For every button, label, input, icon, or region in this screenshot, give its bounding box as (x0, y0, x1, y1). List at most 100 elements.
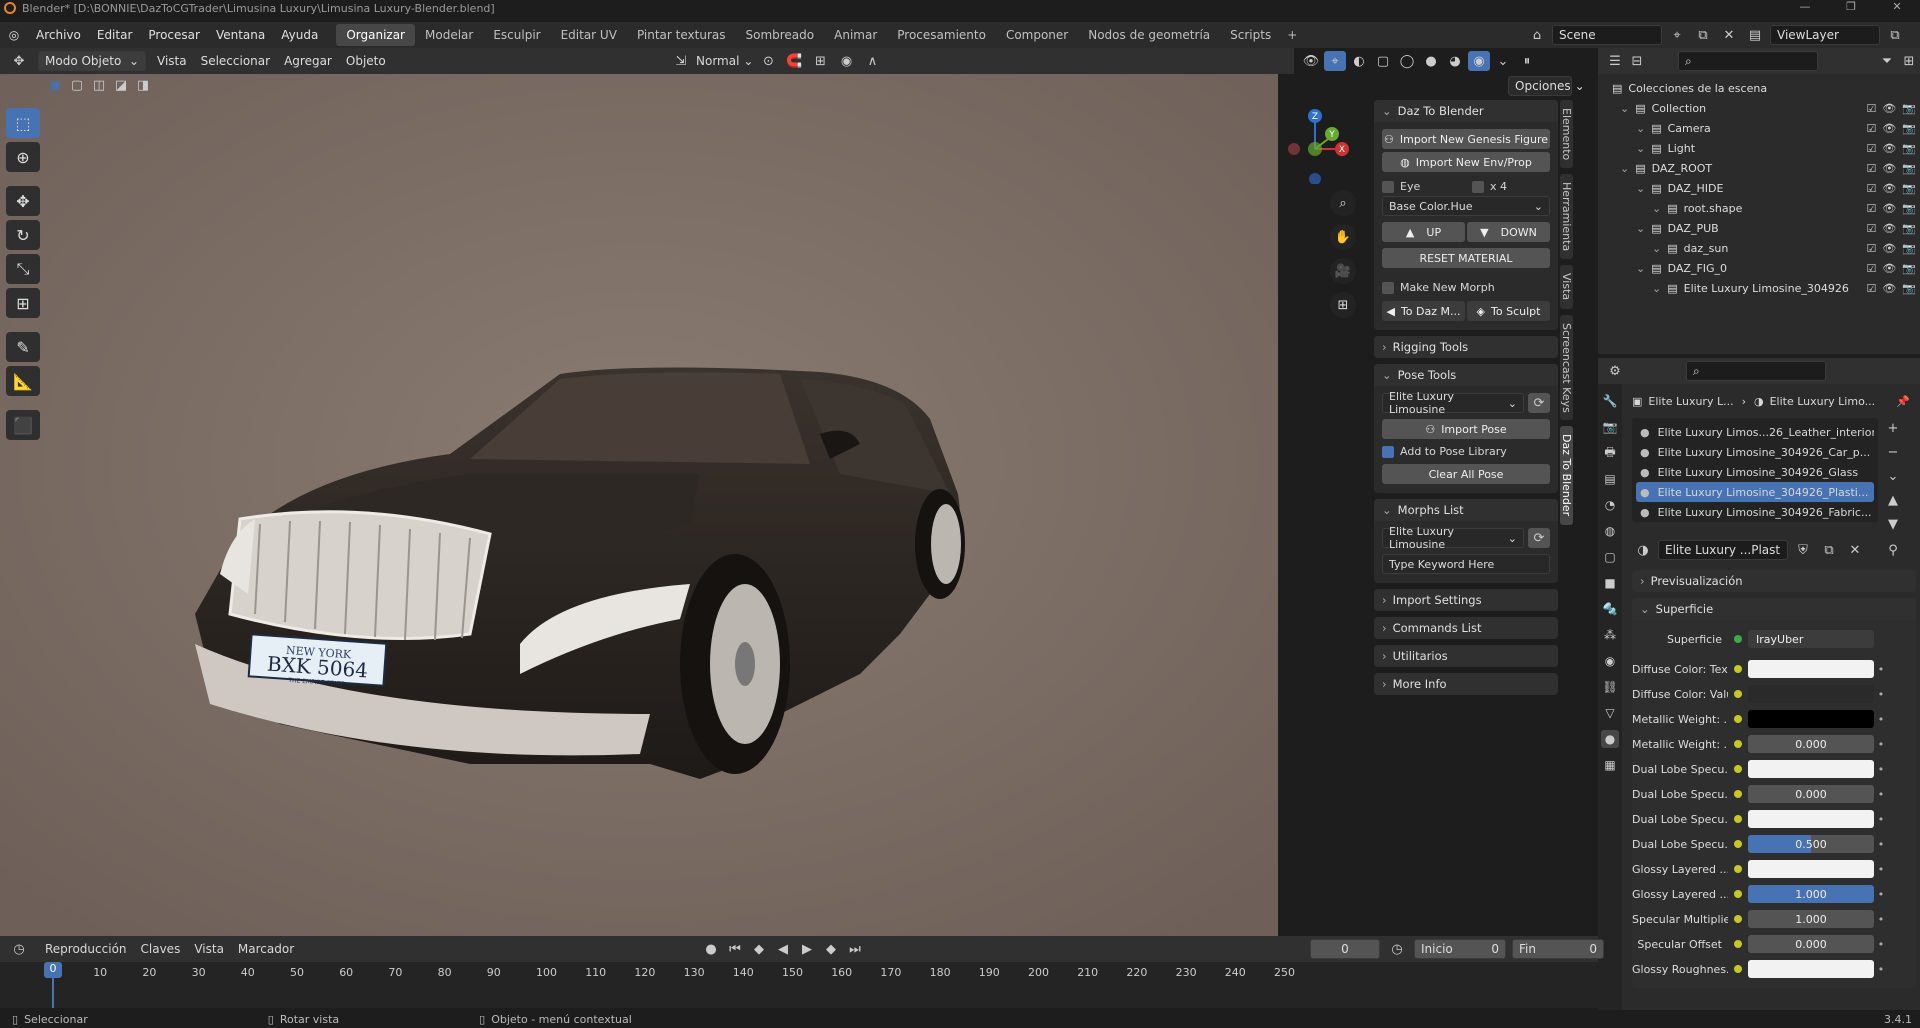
mode-select[interactable]: Modo Objeto ⌄ (38, 51, 146, 71)
visibility-icon[interactable]: 👁 (1300, 51, 1322, 71)
scene-icon[interactable]: ⌂ (1526, 25, 1548, 45)
keyframe-dot-icon[interactable]: • (1874, 863, 1888, 876)
keyword-input[interactable]: Type Keyword Here (1382, 554, 1550, 574)
cursor-tool-icon[interactable]: ⊕ (6, 142, 40, 172)
output-tab-icon[interactable]: 🖶 (1601, 444, 1619, 462)
keyframe-dot-icon[interactable]: • (1874, 738, 1888, 751)
expand-arrow-icon[interactable]: ⌄ (1636, 222, 1645, 235)
minimize-icon[interactable]: — (1782, 0, 1828, 17)
camera-icon[interactable]: 📷 (1902, 162, 1916, 175)
menu-item-ayuda[interactable]: Ayuda (273, 28, 326, 42)
particles-tab-icon[interactable]: ⁂ (1601, 626, 1619, 644)
measure-tool-icon[interactable]: 📐 (6, 366, 40, 396)
prev-keyframe-icon[interactable]: ◆ (748, 939, 770, 959)
select-box-icon[interactable]: ▣ (44, 75, 66, 95)
zoom-icon[interactable]: ⌕ (1330, 190, 1356, 216)
checkbox-icon[interactable]: ☑ (1866, 222, 1876, 235)
checkbox-icon[interactable]: ☑ (1866, 282, 1876, 295)
view-layer-tab-icon[interactable]: ▤ (1601, 470, 1619, 488)
filter-icon[interactable]: ⏷ (1876, 51, 1898, 71)
material-slot[interactable]: ● Elite Luxury Limosine_304926_Fabric... (1636, 502, 1874, 522)
expand-arrow-icon[interactable]: ⌄ (1620, 102, 1629, 115)
material-slot[interactable]: ● Elite Luxury Limosine_304926_Car_p... (1636, 442, 1874, 462)
reset-material-button[interactable]: RESET MATERIAL (1382, 248, 1550, 268)
shader-input-value[interactable] (1748, 860, 1874, 878)
data-tab-icon[interactable]: ▽ (1601, 704, 1619, 722)
material-name-field[interactable]: Elite Luxury ...Plastic_Black (1658, 540, 1788, 560)
shader-input-value[interactable]: 0.000 (1748, 935, 1874, 953)
checkbox-icon[interactable]: ☑ (1866, 162, 1876, 175)
checkbox-icon[interactable]: ☑ (1866, 262, 1876, 275)
more-info-panel[interactable]: More Info (1374, 673, 1558, 695)
menu-item-procesar[interactable]: Procesar (140, 28, 208, 42)
slot-menu-icon[interactable]: ⌄ (1882, 466, 1904, 486)
camera-icon[interactable]: 📷 (1902, 262, 1916, 275)
move-up-icon[interactable]: ▲ (1882, 490, 1904, 510)
gizmo-toggle-icon[interactable]: ⌖ (1324, 51, 1346, 71)
viewport-menu-vista[interactable]: Vista (150, 54, 194, 68)
keyframe-dot-icon[interactable]: • (1874, 963, 1888, 976)
collection-tab-icon[interactable]: ▢ (1601, 548, 1619, 566)
expand-arrow-icon[interactable]: ⌄ (1636, 122, 1645, 135)
camera-view-icon[interactable]: 🎥 (1330, 258, 1356, 284)
next-keyframe-icon[interactable]: ◆ (820, 939, 842, 959)
keyframe-dot-icon[interactable]: • (1874, 663, 1888, 676)
outliner-item[interactable]: ⌄ ▤ DAZ_FIG_0 ☑ 👁 📷 (1612, 258, 1920, 278)
pin-icon[interactable]: ⌖ (1666, 25, 1688, 45)
tab-editar-uv[interactable]: Editar UV (551, 24, 627, 46)
camera-icon[interactable]: 📷 (1902, 282, 1916, 295)
rotate-tool-icon[interactable]: ↻ (6, 220, 40, 250)
expand-arrow-icon[interactable]: ⌄ (1636, 262, 1645, 275)
outliner-search-input[interactable]: ⌕ (1678, 51, 1818, 71)
select-intersect-icon[interactable]: ◨ (132, 75, 154, 95)
camera-icon[interactable]: 📷 (1902, 202, 1916, 215)
new-scene-icon[interactable]: ⧉ (1692, 25, 1714, 45)
options-button[interactable]: Opciones ⌄ (1508, 76, 1585, 96)
tool-tab-icon[interactable]: 🔧 (1601, 392, 1619, 410)
to-daz-button[interactable]: ◀ To Daz M... (1382, 301, 1465, 321)
tab-modelar[interactable]: Modelar (415, 24, 483, 46)
timeline-menu-claves[interactable]: Claves (134, 942, 188, 956)
viewport-menu-agregar[interactable]: Agregar (277, 54, 339, 68)
tab-organizar[interactable]: Organizar (336, 24, 415, 46)
sidebar-tab-screencast-keys[interactable]: Screencast Keys (1560, 314, 1573, 421)
surface-header[interactable]: Superficie (1632, 598, 1916, 620)
viewport-menu-objeto[interactable]: Objeto (339, 54, 393, 68)
eye-icon[interactable]: 👁 (1882, 102, 1896, 115)
utilitarios-panel[interactable]: Utilitarios (1374, 645, 1558, 667)
new-collection-icon[interactable]: ⊞ (1898, 51, 1920, 71)
pose-figure-select[interactable]: Elite Luxury Limousine ⌄ (1382, 390, 1524, 416)
camera-icon[interactable]: 📷 (1902, 242, 1916, 255)
add-slot-icon[interactable]: + (1882, 418, 1904, 438)
view-layer-icon[interactable]: ▤ (1744, 25, 1766, 45)
menu-item-ventana[interactable]: Ventana (208, 28, 273, 42)
eye-icon[interactable]: 👁 (1882, 242, 1896, 255)
import-env-button[interactable]: ◍ Import New Env/Prop (1382, 152, 1550, 172)
eye-icon[interactable]: 👁 (1882, 222, 1896, 235)
material-browse-icon[interactable]: ◑ (1632, 540, 1654, 560)
play-reverse-icon[interactable]: ◀ (772, 939, 794, 959)
x4-checkbox[interactable] (1472, 180, 1484, 193)
wireframe-shading-icon[interactable]: ◯ (1396, 51, 1418, 71)
solid-shading-icon[interactable]: ● (1420, 51, 1442, 71)
eye-icon[interactable]: 👁 (1882, 182, 1896, 195)
scale-tool-icon[interactable]: ⤡ (6, 254, 40, 284)
base-color-select[interactable]: Base Color.Hue ⌄ (1382, 196, 1550, 216)
editor-type-icon[interactable]: ✥ (8, 51, 30, 71)
play-icon[interactable]: ▶ (796, 939, 818, 959)
material-slot[interactable]: ● Elite Luxury Limosine_304926_Glass (1636, 462, 1874, 482)
3d-viewport[interactable]: NEW YORK BXK 5064 THE EMPIRE STATE (0, 74, 1278, 936)
scene-field[interactable]: Scene (1552, 25, 1662, 45)
display-mode-icon[interactable]: ⊟ (1626, 51, 1648, 71)
keyframe-dot-icon[interactable]: • (1874, 813, 1888, 826)
morphs-list-header[interactable]: Morphs List (1374, 499, 1558, 521)
pan-hand-icon[interactable]: ✋ (1330, 224, 1356, 250)
snap-target-icon[interactable]: ⊞ (809, 51, 831, 71)
move-tool-icon[interactable]: ✥ (6, 186, 40, 216)
make-morph-checkbox[interactable] (1382, 281, 1394, 294)
close-icon[interactable]: ✕ (1874, 0, 1920, 17)
tab-procesamiento[interactable]: Procesamiento (887, 24, 996, 46)
material-tab-icon[interactable]: ● (1601, 730, 1619, 748)
import-figure-button[interactable]: ⚇ Import New Genesis Figure (1382, 129, 1550, 149)
scene-collection-row[interactable]: ▤ Colecciones de la escena (1612, 78, 1920, 98)
